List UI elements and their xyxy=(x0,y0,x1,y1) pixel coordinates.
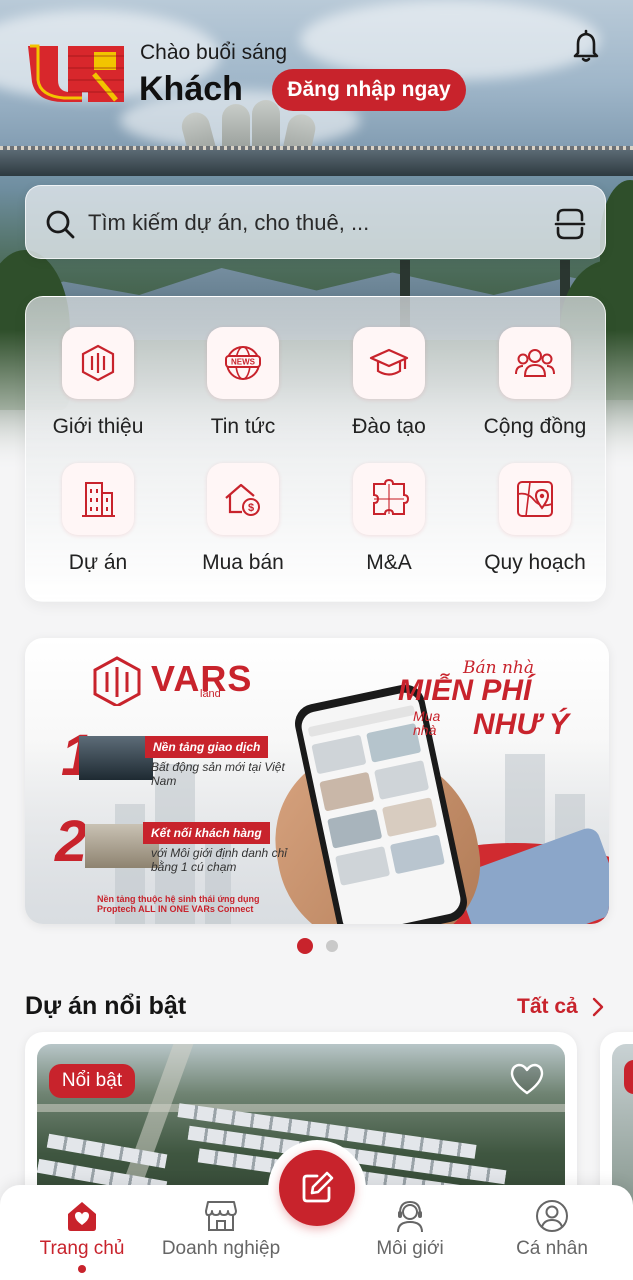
feature-image xyxy=(79,736,153,780)
see-all-link[interactable]: Tất cả xyxy=(517,995,578,1019)
menu-label: M&A xyxy=(366,551,412,574)
map-pin-icon xyxy=(517,481,553,517)
menu-label: Quy hoạch xyxy=(484,551,586,574)
app-logo xyxy=(28,44,124,102)
qr-scan-icon[interactable] xyxy=(552,206,588,242)
section-title: Dự án nổi bật xyxy=(25,992,187,1020)
feature-number: 2 xyxy=(55,809,88,874)
banner-slogan-2: MIỄN PHÍ xyxy=(398,674,532,707)
home-screen: Chào buổi sáng Khách Đăng nhập ngay Tìm … xyxy=(0,0,633,1280)
nav-item-profile[interactable]: Cá nhân xyxy=(489,1198,615,1268)
agent-headset-icon xyxy=(397,1200,423,1233)
banner-slogan-3: Mua nhà xyxy=(413,708,441,738)
banner-slogan-4: NHƯ Ý xyxy=(473,708,569,741)
nav-item-broker[interactable]: Môi giới xyxy=(347,1198,473,1268)
create-post-button[interactable] xyxy=(279,1150,355,1226)
carousel-dot-active[interactable] xyxy=(297,938,313,954)
graduation-cap-icon xyxy=(369,348,409,376)
nav-item-business[interactable]: Doanh nghiệp xyxy=(158,1198,284,1268)
banner-footer-line: Nền tảng thuộc hệ sinh thái ứng dụng xyxy=(97,894,260,904)
menu-item-projects[interactable]: Dự án xyxy=(33,463,163,587)
greeting-text: Chào buổi sáng xyxy=(140,41,288,64)
news-icon: NEWS xyxy=(225,346,261,380)
chevron-right-icon[interactable] xyxy=(590,996,606,1018)
menu-item-buy-sell[interactable]: $ Mua bán xyxy=(178,463,308,587)
puzzle-icon xyxy=(373,478,410,515)
menu-label: Đào tạo xyxy=(352,415,426,438)
house-money-icon: $ xyxy=(225,483,260,516)
nav-label: Doanh nghiệp xyxy=(161,1238,281,1259)
feature-title: Nền tảng giao dịch xyxy=(145,736,269,758)
menu-item-community[interactable]: Cộng đồng xyxy=(470,327,600,451)
nav-item-home[interactable]: Trang chủ xyxy=(19,1198,145,1268)
home-icon xyxy=(68,1202,96,1231)
feature-desc: Bất động sản mới tại Việt Nam xyxy=(151,760,285,788)
nav-label: Môi giới xyxy=(376,1238,444,1259)
community-icon xyxy=(515,349,555,377)
menu-label: Mua bán xyxy=(202,551,284,574)
banner-footer-line: Proptech ALL IN ONE VARs Connect xyxy=(97,904,254,914)
bell-icon[interactable] xyxy=(566,26,606,66)
svg-text:NEWS: NEWS xyxy=(231,358,256,367)
about-icon xyxy=(81,344,115,382)
menu-label: Tin tức xyxy=(210,415,276,438)
banner-footer: Nền tảng thuộc hệ sinh thái ứng dụng Pro… xyxy=(97,894,260,914)
menu-label: Cộng đồng xyxy=(483,415,587,438)
nav-label: Cá nhân xyxy=(516,1238,588,1259)
menu-item-planning[interactable]: Quy hoạch xyxy=(470,463,600,587)
nav-label: Trang chủ xyxy=(39,1238,125,1259)
store-icon xyxy=(205,1201,237,1231)
svg-text:$: $ xyxy=(248,502,254,514)
menu-label: Dự án xyxy=(68,551,128,574)
feature-title: Kết nối khách hàng xyxy=(143,822,270,844)
featured-badge: Nổi bật xyxy=(49,1064,135,1098)
search-bar[interactable]: Tìm kiếm dự án, cho thuê, ... xyxy=(25,185,606,259)
login-button[interactable]: Đăng nhập ngay xyxy=(272,69,466,111)
menu-label: Giới thiệu xyxy=(52,415,144,438)
menu-item-news[interactable]: NEWS Tin tức xyxy=(178,327,308,451)
feature-desc: với Môi giới định danh chỉ bằng 1 cú chạ… xyxy=(151,846,287,874)
edit-icon xyxy=(302,1171,334,1203)
building-icon xyxy=(82,482,115,517)
carousel-dot[interactable] xyxy=(326,940,338,952)
quick-menu: Giới thiệu NEWS Tin tức Đào tạo Cộng đồn… xyxy=(25,296,606,602)
menu-item-about[interactable]: Giới thiệu xyxy=(33,327,163,451)
menu-item-training[interactable]: Đào tạo xyxy=(324,327,454,451)
user-circle-icon xyxy=(536,1200,568,1232)
heart-icon[interactable] xyxy=(509,1062,545,1096)
username: Khách xyxy=(139,70,243,108)
banner-brand-sub: land xyxy=(200,688,221,700)
search-input[interactable]: Tìm kiếm dự án, cho thuê, ... xyxy=(88,210,369,236)
menu-item-mna[interactable]: M&A xyxy=(324,463,454,587)
promo-banner[interactable]: VARS land Bán nhà MIỄN PHÍ Mua nhà NHƯ Ý… xyxy=(25,638,609,924)
search-icon xyxy=(46,210,75,239)
active-indicator-dot xyxy=(78,1265,86,1273)
